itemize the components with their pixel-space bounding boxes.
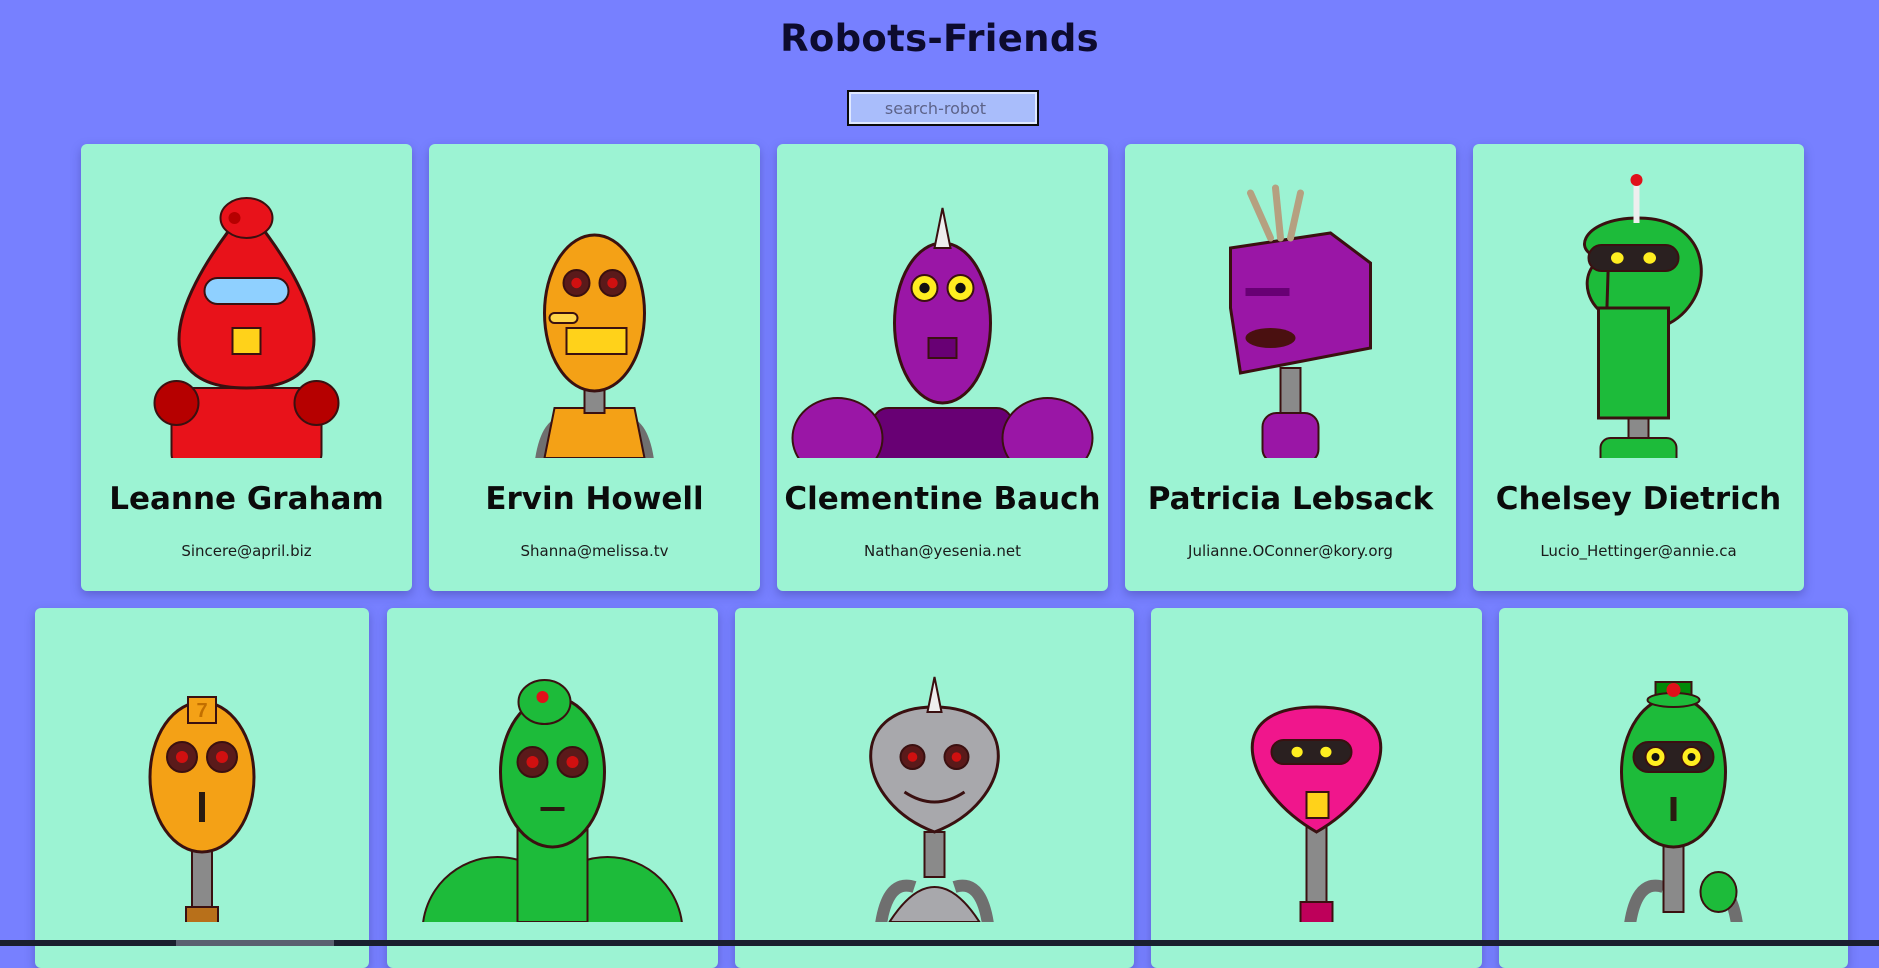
robot-image (869, 676, 1000, 922)
taskbar (0, 940, 1879, 946)
robot-name: Ervin Howell (485, 481, 704, 517)
robot-name: Patricia Lebsack (1147, 481, 1434, 517)
robot-name: Leanne Graham (109, 481, 384, 517)
robot-image (1229, 184, 1372, 458)
robot-email: Sincere@april.biz (181, 542, 312, 560)
robot-card[interactable]: Leanne Graham Sincere@april.biz (81, 144, 412, 591)
robot-card[interactable] (1499, 608, 1848, 968)
robot-card[interactable]: Chelsey Dietrich Lucio_Hettinger@annie.ca (1473, 144, 1804, 591)
robot-card[interactable] (735, 608, 1134, 968)
robot-name: Clementine Bauch (784, 481, 1101, 517)
robot-name: Chelsey Dietrich (1495, 481, 1782, 517)
search-box (847, 90, 1039, 126)
robot-image (1620, 681, 1743, 922)
robot-email: Julianne.OConner@kory.org (1188, 542, 1393, 560)
robot-email: Lucio_Hettinger@annie.ca (1540, 542, 1737, 560)
robot-card[interactable]: Ervin Howell Shanna@melissa.tv (429, 144, 760, 591)
robot-image (535, 233, 654, 458)
search-input[interactable] (849, 92, 1037, 124)
robot-image (791, 207, 1094, 458)
robot-image: 7 (148, 696, 256, 922)
robot-card[interactable]: 7 (35, 608, 369, 968)
robot-card[interactable]: Patricia Lebsack Julianne.OConner@kory.or… (1125, 144, 1456, 591)
taskbar-active-item[interactable] (176, 940, 334, 946)
robot-email: Nathan@yesenia.net (864, 542, 1021, 560)
robot-card[interactable] (387, 608, 718, 968)
robot-image (153, 197, 340, 458)
robot-image (422, 679, 683, 922)
robot-card[interactable]: Clementine Bauch Nathan@yesenia.net (777, 144, 1108, 591)
robot-card[interactable] (1151, 608, 1482, 968)
robot-email: Shanna@melissa.tv (520, 542, 669, 560)
robot-image (1250, 705, 1383, 922)
robot-image (1583, 174, 1703, 458)
svg-text:7: 7 (196, 700, 207, 722)
page-title: Robots-Friends (780, 17, 1099, 60)
